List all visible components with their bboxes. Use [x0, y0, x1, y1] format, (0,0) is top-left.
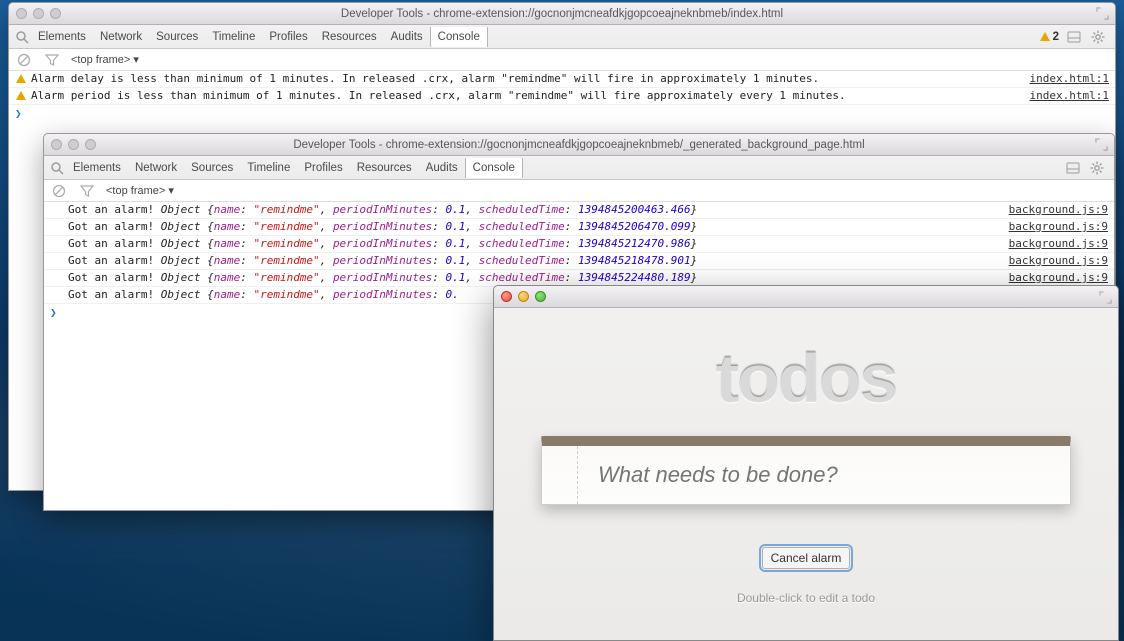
- drawer-icon[interactable]: [1064, 159, 1082, 177]
- console-message: Got an alarm! Object {name: "remindme", …: [68, 202, 1009, 218]
- cancel-alarm-button[interactable]: Cancel alarm: [762, 547, 851, 569]
- traffic-lights: [501, 291, 546, 302]
- clear-console-icon[interactable]: [15, 51, 33, 69]
- tab-audits[interactable]: Audits: [419, 158, 465, 178]
- window-title: Developer Tools - chrome-extension://goc…: [50, 139, 1108, 151]
- tab-sources[interactable]: Sources: [149, 27, 205, 47]
- console-source-link[interactable]: background.js:9: [1009, 270, 1108, 286]
- frame-select[interactable]: <top frame> ▾: [106, 184, 174, 197]
- filter-icon[interactable]: [43, 51, 61, 69]
- tab-console[interactable]: Console: [430, 27, 488, 47]
- tab-network[interactable]: Network: [93, 27, 149, 47]
- window-titlebar[interactable]: [494, 286, 1118, 308]
- tab-timeline[interactable]: Timeline: [205, 27, 262, 47]
- zoom-icon[interactable]: [50, 8, 61, 19]
- console-row: Got an alarm! Object {name: "remindme", …: [44, 236, 1114, 253]
- expand-icon[interactable]: [1099, 291, 1112, 307]
- close-icon[interactable]: [51, 139, 62, 150]
- console-output: Alarm delay is less than minimum of 1 mi…: [9, 71, 1115, 105]
- console-source-link[interactable]: background.js:9: [1009, 236, 1108, 252]
- todos-body: todos Cancel alarm Double-click to edit …: [494, 308, 1118, 640]
- tab-elements[interactable]: Elements: [66, 158, 128, 178]
- expand-icon[interactable]: [1095, 138, 1108, 151]
- window-title: Developer Tools - chrome-extension://goc…: [15, 8, 1109, 20]
- tab-profiles[interactable]: Profiles: [297, 158, 349, 178]
- clear-console-icon[interactable]: [50, 182, 68, 200]
- new-todo-input[interactable]: [542, 446, 1070, 504]
- tab-elements[interactable]: Elements: [31, 27, 93, 47]
- close-icon[interactable]: [16, 8, 27, 19]
- console-message: Got an alarm! Object {name: "remindme", …: [68, 236, 1009, 252]
- tab-profiles[interactable]: Profiles: [262, 27, 314, 47]
- warning-badge[interactable]: 2: [1040, 31, 1059, 43]
- console-message: Got an alarm! Object {name: "remindme", …: [68, 270, 1009, 286]
- console-source-link[interactable]: index.html:1: [1030, 88, 1109, 104]
- tab-audits[interactable]: Audits: [384, 27, 430, 47]
- footer-hint: Double-click to edit a todo: [494, 591, 1118, 605]
- console-row: Got an alarm! Object {name: "remindme", …: [44, 253, 1114, 270]
- todo-card: [541, 436, 1071, 505]
- console-source-link[interactable]: background.js:9: [1009, 219, 1108, 235]
- devtools-toolbar: ElementsNetworkSourcesTimelineProfilesRe…: [9, 25, 1115, 49]
- minimize-icon[interactable]: [68, 139, 79, 150]
- traffic-lights: [16, 8, 61, 19]
- traffic-lights: [51, 139, 96, 150]
- frame-select[interactable]: <top frame> ▾: [71, 53, 139, 66]
- tab-resources[interactable]: Resources: [350, 158, 419, 178]
- tab-timeline[interactable]: Timeline: [240, 158, 297, 178]
- console-filter-bar: <top frame> ▾: [9, 49, 1115, 71]
- expand-icon[interactable]: [1096, 7, 1109, 20]
- gear-icon[interactable]: [1089, 28, 1107, 46]
- console-filter-bar: <top frame> ▾: [44, 180, 1114, 202]
- search-icon[interactable]: [13, 28, 31, 46]
- gear-icon[interactable]: [1088, 159, 1106, 177]
- tab-console[interactable]: Console: [465, 158, 523, 178]
- minimize-icon[interactable]: [518, 291, 529, 302]
- tab-resources[interactable]: Resources: [315, 27, 384, 47]
- close-icon[interactable]: [501, 291, 512, 302]
- console-message: Alarm delay is less than minimum of 1 mi…: [31, 71, 1030, 87]
- console-row: Got an alarm! Object {name: "remindme", …: [44, 219, 1114, 236]
- search-icon[interactable]: [48, 159, 66, 177]
- minimize-icon[interactable]: [33, 8, 44, 19]
- console-prompt[interactable]: ❯: [9, 105, 1115, 122]
- console-row: Alarm period is less than minimum of 1 m…: [9, 88, 1115, 105]
- window-titlebar[interactable]: Developer Tools - chrome-extension://goc…: [44, 134, 1114, 156]
- console-message: Got an alarm! Object {name: "remindme", …: [68, 219, 1009, 235]
- app-heading: todos: [494, 338, 1118, 418]
- console-message: Got an alarm! Object {name: "remindme", …: [68, 253, 1009, 269]
- console-source-link[interactable]: background.js:9: [1009, 202, 1108, 218]
- zoom-icon[interactable]: [85, 139, 96, 150]
- todos-window: todos Cancel alarm Double-click to edit …: [493, 285, 1119, 641]
- drawer-icon[interactable]: [1065, 28, 1083, 46]
- tab-network[interactable]: Network: [128, 158, 184, 178]
- window-titlebar[interactable]: Developer Tools - chrome-extension://goc…: [9, 3, 1115, 25]
- tab-sources[interactable]: Sources: [184, 158, 240, 178]
- console-message: Alarm period is less than minimum of 1 m…: [31, 88, 1030, 104]
- console-source-link[interactable]: background.js:9: [1009, 253, 1108, 269]
- console-source-link[interactable]: index.html:1: [1030, 71, 1109, 87]
- console-row: Got an alarm! Object {name: "remindme", …: [44, 202, 1114, 219]
- filter-icon[interactable]: [78, 182, 96, 200]
- zoom-icon[interactable]: [535, 291, 546, 302]
- console-row: Alarm delay is less than minimum of 1 mi…: [9, 71, 1115, 88]
- warning-triangle-icon: [1040, 32, 1050, 41]
- devtools-toolbar: ElementsNetworkSourcesTimelineProfilesRe…: [44, 156, 1114, 180]
